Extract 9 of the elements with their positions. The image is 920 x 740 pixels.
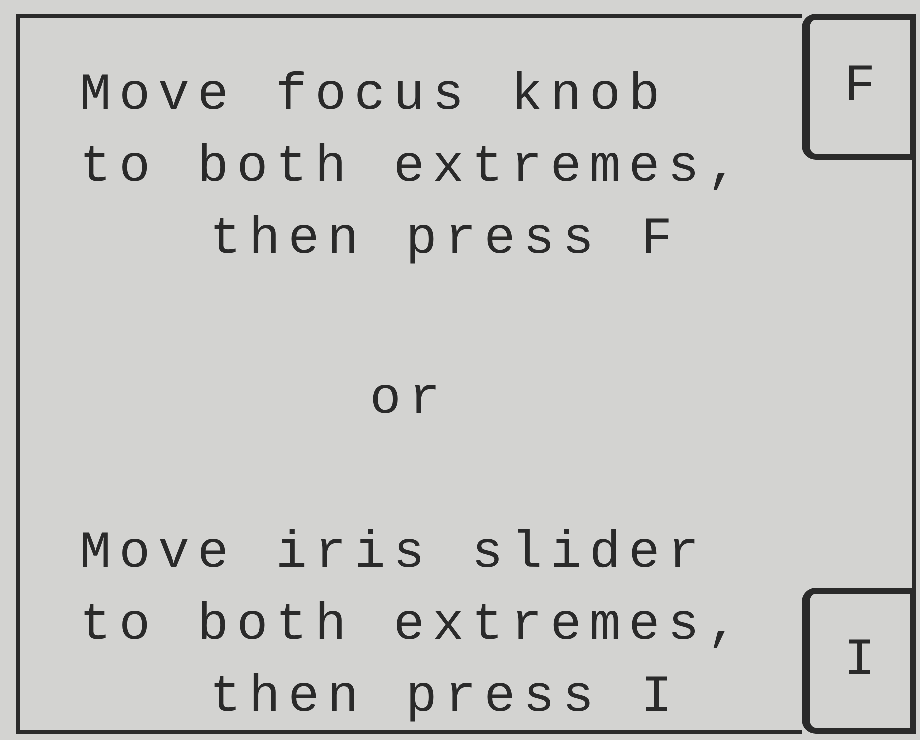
instruction-line: Move iris slider <box>80 524 708 583</box>
soft-key-button[interactable]: I <box>802 588 916 734</box>
separator-text: or <box>370 370 448 429</box>
instruction-line: then press F <box>210 210 680 269</box>
instruction-line: Move focus knob <box>80 66 668 125</box>
instruction-line: to both extremes, <box>80 596 746 655</box>
soft-key-button[interactable]: F <box>802 14 916 160</box>
instruction-line: to both extremes, <box>80 138 746 197</box>
instruction-line: then press I <box>210 668 680 727</box>
